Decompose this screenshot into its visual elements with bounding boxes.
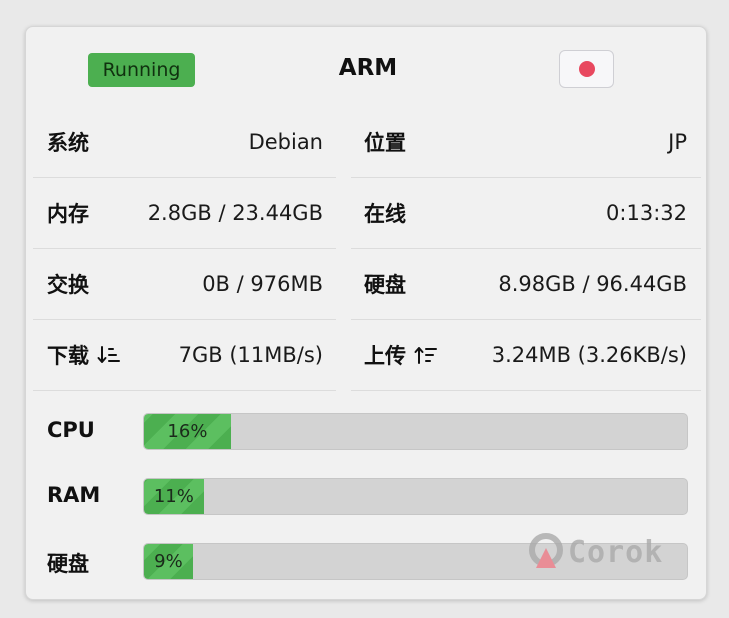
- stat-row-download: 下载 7GB (11MB/s): [33, 320, 336, 391]
- stat-label: 位置: [364, 131, 406, 155]
- stat-label: 下载: [47, 344, 89, 368]
- stat-label: 在线: [364, 202, 406, 226]
- logo-icon: [529, 533, 563, 568]
- server-status-card: Running ARM 系统 Debian 内存 2.8GB / 23.44GB…: [25, 26, 707, 600]
- stat-row-upload: 上传 3.24MB (3.26KB/s): [351, 320, 701, 391]
- stat-value: Debian: [248, 130, 323, 154]
- stat-value: 8.98GB / 96.44GB: [498, 272, 687, 296]
- stat-value: JP: [668, 130, 687, 154]
- stat-label: 上传: [364, 344, 406, 368]
- download-label: 下载: [47, 340, 121, 370]
- cpu-label: CPU: [47, 418, 95, 442]
- stat-value: 0B / 976MB: [202, 272, 323, 296]
- ram-progress-bar: 11%: [143, 478, 688, 515]
- cpu-progress-fill: 16%: [144, 414, 231, 449]
- stat-row-system: 系统 Debian: [33, 107, 336, 178]
- ram-label: RAM: [47, 483, 101, 507]
- ram-progress-fill: 11%: [144, 479, 204, 514]
- record-button[interactable]: [559, 50, 614, 88]
- stat-label: 系统: [47, 131, 89, 155]
- cpu-progress-bar: 16%: [143, 413, 688, 450]
- disk-percent: 9%: [154, 551, 183, 572]
- watermark-text: Corok: [568, 534, 664, 570]
- record-dot-icon: [578, 61, 595, 77]
- stat-row-memory: 内存 2.8GB / 23.44GB: [33, 178, 336, 249]
- stat-value: 3.24MB (3.26KB/s): [491, 343, 687, 367]
- stat-value: 7GB (11MB/s): [178, 343, 323, 367]
- stat-label: 内存: [47, 202, 89, 226]
- watermark-logo: Corok: [528, 532, 663, 572]
- stat-row-uptime: 在线 0:13:32: [351, 178, 701, 249]
- upload-label: 上传: [364, 340, 438, 370]
- stat-label: 交换: [47, 273, 89, 297]
- stat-label: 硬盘: [364, 273, 406, 297]
- stat-row-location: 位置 JP: [351, 107, 701, 178]
- stat-value: 0:13:32: [606, 201, 687, 225]
- sort-ascending-icon: [414, 347, 437, 364]
- sort-descending-icon: [97, 346, 120, 363]
- stat-row-swap: 交换 0B / 976MB: [33, 249, 336, 320]
- disk-label: 硬盘: [47, 552, 89, 576]
- ram-percent: 11%: [153, 486, 194, 507]
- stat-row-disk: 硬盘 8.98GB / 96.44GB: [351, 249, 701, 320]
- cpu-percent: 16%: [167, 421, 208, 442]
- stat-value: 2.8GB / 23.44GB: [147, 201, 323, 225]
- disk-progress-fill: 9%: [144, 544, 193, 579]
